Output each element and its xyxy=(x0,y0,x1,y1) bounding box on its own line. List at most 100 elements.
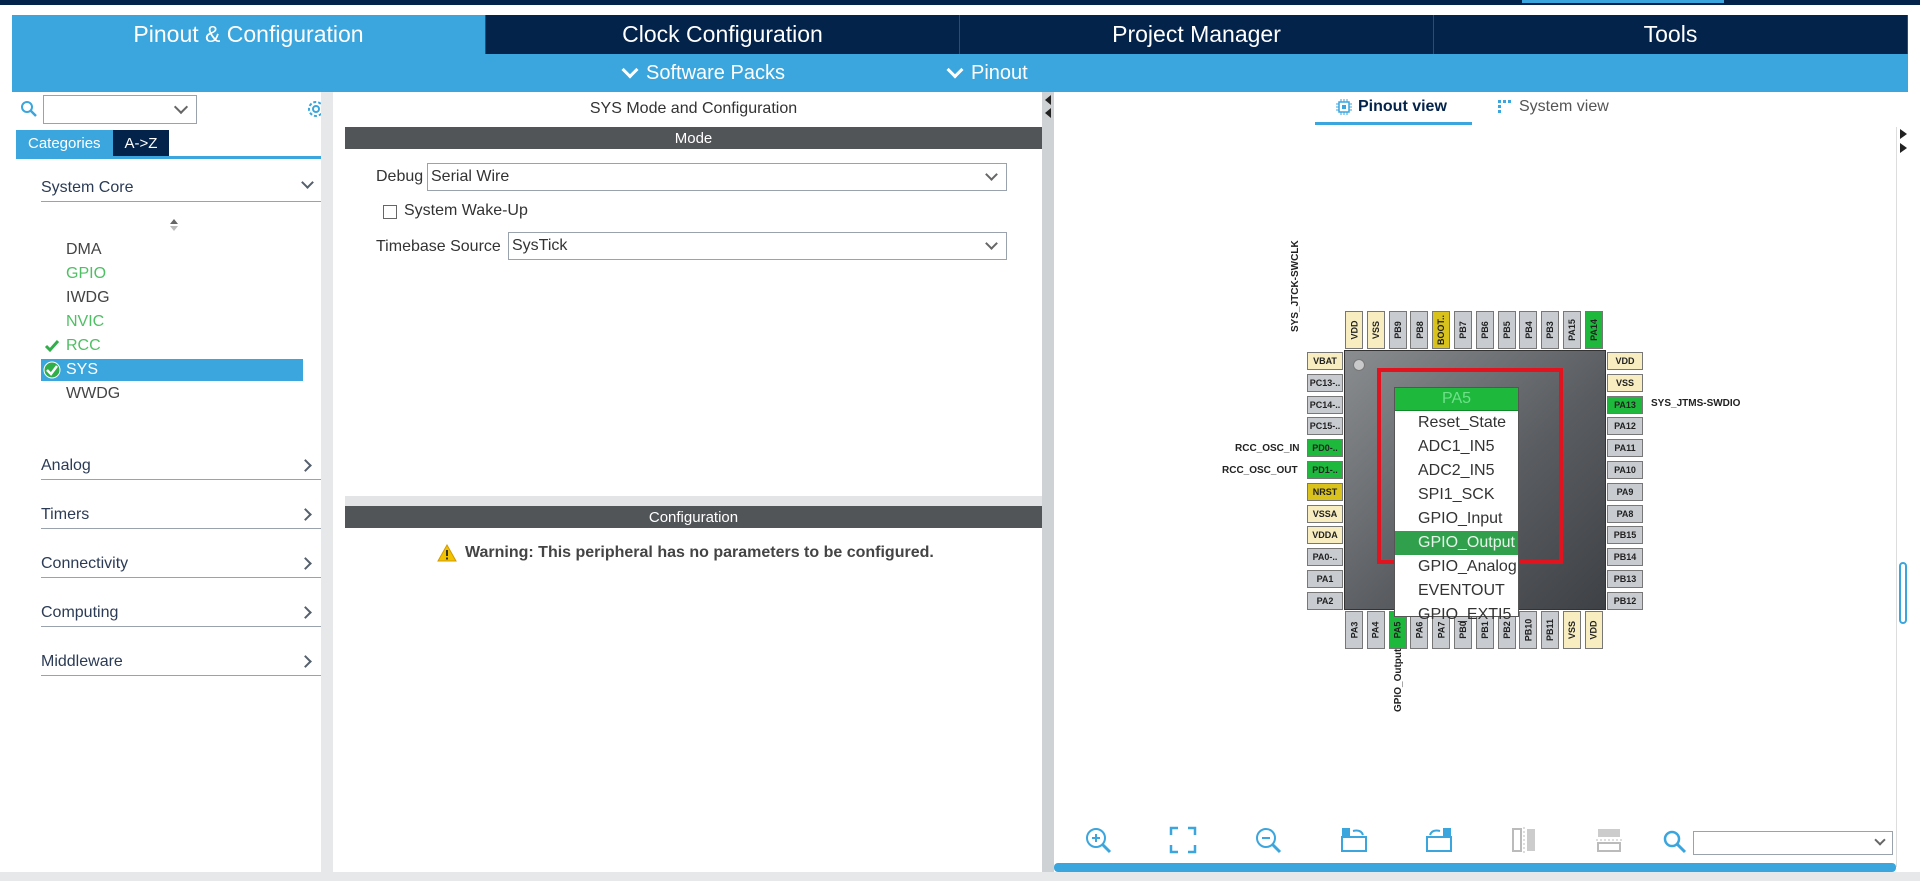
pin-right-8[interactable]: PB15 xyxy=(1607,526,1643,545)
pin-left-11[interactable]: PA2 xyxy=(1307,591,1343,610)
pin-top-10[interactable]: PA15 xyxy=(1563,311,1581,349)
system-wakeup-checkbox[interactable] xyxy=(383,205,397,219)
warning-text: Warning: This peripheral has no paramete… xyxy=(465,544,934,561)
stm32cubemx-window: Pinout & Configuration Clock Configurati… xyxy=(0,0,1920,881)
pin-top-9[interactable]: PB3 xyxy=(1541,311,1560,349)
menu-item-gpio-exti5[interactable]: GPIO_EXTI5 xyxy=(1395,603,1518,627)
flip-horizontal-icon[interactable] xyxy=(1594,825,1624,855)
pin-right-5[interactable]: PA10 xyxy=(1607,461,1643,479)
pin-left-9[interactable]: PA0-.. xyxy=(1307,548,1343,567)
pin-left-4[interactable]: PD0-.. xyxy=(1307,439,1343,458)
tab-clock-configuration[interactable]: Clock Configuration xyxy=(486,15,960,54)
menu-item-spi1-sck[interactable]: SPI1_SCK xyxy=(1395,483,1518,507)
pin-bottom-10[interactable]: VSS xyxy=(1563,611,1581,649)
search-icon[interactable] xyxy=(20,100,38,118)
group-timers[interactable]: Timers xyxy=(41,501,330,529)
zoom-out-icon[interactable] xyxy=(1253,825,1283,855)
tab-a-z[interactable]: A->Z xyxy=(112,130,170,156)
menu-item-gpio-input[interactable]: GPIO_Input xyxy=(1395,507,1518,531)
peripheral-iwdg[interactable]: IWDG xyxy=(41,287,303,309)
pin-right-4[interactable]: PA11 xyxy=(1607,439,1643,458)
pinout-menu[interactable]: Pinout xyxy=(946,54,1028,92)
pin-top-11[interactable]: PA14 xyxy=(1584,311,1603,349)
pin-top-5[interactable]: PB7 xyxy=(1454,311,1472,349)
pin-top-7[interactable]: PB5 xyxy=(1497,311,1516,349)
peripheral-sys[interactable]: SYS xyxy=(41,359,303,381)
flip-vertical-icon[interactable] xyxy=(1509,825,1539,855)
tab-tools[interactable]: Tools xyxy=(1434,15,1908,54)
scroll-thumb[interactable] xyxy=(1899,562,1907,624)
timebase-select[interactable]: SysTick xyxy=(508,232,1007,260)
pin-right-7[interactable]: PA8 xyxy=(1607,504,1643,523)
group-computing[interactable]: Computing xyxy=(41,599,330,627)
pin-right-3[interactable]: PA12 xyxy=(1607,417,1643,436)
pin-bottom-9[interactable]: PB11 xyxy=(1541,611,1560,649)
collapse-left-icon[interactable] xyxy=(1043,94,1053,120)
pin-top-0[interactable]: VDD xyxy=(1345,311,1363,349)
menu-item-adc1-in5[interactable]: ADC1_IN5 xyxy=(1395,435,1518,459)
menu-item-eventout[interactable]: EVENTOUT xyxy=(1395,579,1518,603)
pin-bottom-11[interactable]: VDD xyxy=(1584,611,1603,649)
debug-select[interactable]: Serial Wire xyxy=(427,163,1007,191)
pin-left-2[interactable]: PC14-.. xyxy=(1307,395,1343,414)
tab-project-manager[interactable]: Project Manager xyxy=(960,15,1434,54)
tab-pinout-configuration[interactable]: Pinout & Configuration xyxy=(12,15,486,54)
group-middleware[interactable]: Middleware xyxy=(41,648,330,676)
search-icon[interactable] xyxy=(1662,829,1688,855)
zoom-in-icon[interactable] xyxy=(1083,825,1113,855)
pin-left-7[interactable]: VSSA xyxy=(1307,504,1343,523)
pin-left-1[interactable]: PC13-.. xyxy=(1307,373,1343,392)
pin-top-4[interactable]: BOOT.. xyxy=(1432,311,1451,349)
pin-left-3[interactable]: PC15-.. xyxy=(1307,417,1343,436)
pin-bottom-0[interactable]: PA3 xyxy=(1345,611,1363,649)
chevron-right-icon xyxy=(299,459,312,472)
pin-left-5[interactable]: PD1-.. xyxy=(1307,461,1343,479)
pin-right-11[interactable]: PB12 xyxy=(1607,591,1643,610)
group-system-core[interactable]: System Core xyxy=(41,174,330,202)
right-scrollbar[interactable] xyxy=(1896,127,1908,867)
rotate-right-icon[interactable] xyxy=(1339,825,1369,855)
pin-left-10[interactable]: PA1 xyxy=(1307,570,1343,588)
pin-top-1[interactable]: VSS xyxy=(1366,311,1385,349)
pin-left-6[interactable]: NRST xyxy=(1307,482,1343,501)
pin-bottom-1[interactable]: PA4 xyxy=(1366,611,1385,649)
menu-item-reset-state[interactable]: Reset_State xyxy=(1395,411,1518,435)
pin-right-9[interactable]: PB14 xyxy=(1607,548,1643,567)
menu-item-gpio-output[interactable]: GPIO_Output xyxy=(1395,531,1518,555)
peripheral-wwdg[interactable]: WWDG xyxy=(41,383,303,405)
peripheral-rcc[interactable]: RCC xyxy=(41,335,303,357)
peripheral-dma[interactable]: DMA xyxy=(41,239,303,261)
chevron-right-icon xyxy=(299,655,312,668)
peripheral-nvic[interactable]: NVIC xyxy=(41,311,303,333)
menu-item-adc2-in5[interactable]: ADC2_IN5 xyxy=(1395,459,1518,483)
menu-item-gpio-analog[interactable]: GPIO_Analog xyxy=(1395,555,1518,579)
sort-icon[interactable] xyxy=(169,218,179,232)
pin-right-0[interactable]: VDD xyxy=(1607,352,1643,370)
tab-categories[interactable]: Categories xyxy=(16,130,113,156)
software-packs-menu[interactable]: Software Packs xyxy=(621,54,785,92)
rotate-left-icon[interactable] xyxy=(1424,825,1454,855)
fit-screen-icon[interactable] xyxy=(1168,825,1198,855)
pin-right-6[interactable]: PA9 xyxy=(1607,482,1643,501)
panel-divider[interactable] xyxy=(345,496,1042,506)
search-combo[interactable] xyxy=(43,95,197,124)
pin-left-8[interactable]: VDDA xyxy=(1307,526,1343,545)
pin-right-10[interactable]: PB13 xyxy=(1607,570,1643,588)
pin-search-combo[interactable] xyxy=(1693,831,1893,855)
left-scrollbar[interactable] xyxy=(321,92,333,872)
pin-top-2[interactable]: PB9 xyxy=(1388,311,1407,349)
pin-right-2[interactable]: PA13 xyxy=(1607,395,1643,414)
panel-splitter[interactable] xyxy=(1042,92,1054,872)
group-analog[interactable]: Analog xyxy=(41,452,330,480)
horizontal-scrollbar[interactable] xyxy=(1054,863,1896,872)
peripheral-gpio[interactable]: GPIO xyxy=(41,263,303,285)
group-connectivity[interactable]: Connectivity xyxy=(41,550,330,578)
pin-top-3[interactable]: PB8 xyxy=(1410,311,1429,349)
pin-top-8[interactable]: PB4 xyxy=(1519,311,1538,349)
collapse-right-icon[interactable] xyxy=(1897,127,1909,157)
pin-function-menu[interactable]: PA5 Reset_State ADC1_IN5 ADC2_IN5 SPI1_S… xyxy=(1394,387,1519,623)
pin-bottom-8[interactable]: PB10 xyxy=(1519,611,1538,649)
pin-left-0[interactable]: VBAT xyxy=(1307,352,1343,370)
pin-right-1[interactable]: VSS xyxy=(1607,373,1643,392)
pin-top-6[interactable]: PB6 xyxy=(1475,311,1494,349)
